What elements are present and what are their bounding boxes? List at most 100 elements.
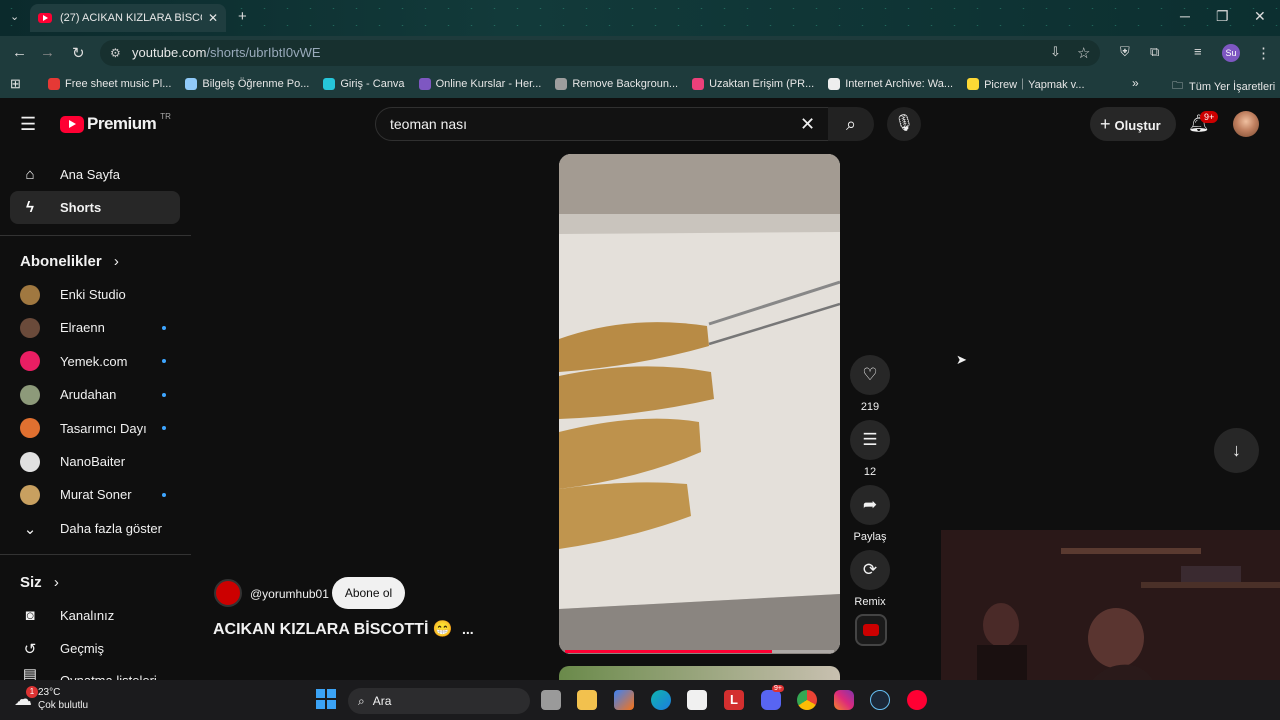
task-view-icon[interactable] bbox=[541, 690, 561, 710]
you-header-label: Siz bbox=[20, 574, 42, 591]
expand-description[interactable]: ... bbox=[462, 621, 474, 637]
weather-widget[interactable]: ☁ 1 23°C Çok bulutlu bbox=[14, 685, 88, 712]
maximize-icon[interactable]: ❐ bbox=[1216, 8, 1229, 25]
next-short-button[interactable]: ↓ bbox=[1214, 428, 1259, 473]
microphone-icon: 🎙 bbox=[893, 115, 915, 132]
sidebar-item-your-channel[interactable]: ◙ Kanalınız bbox=[10, 599, 180, 632]
sidebar-subscription-item[interactable]: Elraenn bbox=[10, 311, 180, 344]
notifications-button[interactable]: 🔔︎ 9+ bbox=[1188, 111, 1219, 134]
copilot-icon[interactable] bbox=[614, 690, 634, 710]
chrome-icon[interactable] bbox=[797, 690, 817, 710]
new-tab-icon[interactable]: + bbox=[238, 8, 247, 25]
sidebar-item-home[interactable]: ⌂ Ana Sayfa bbox=[10, 158, 180, 191]
media-control-icon[interactable]: ≡ bbox=[1194, 44, 1202, 59]
show-more-button[interactable]: ⌄ Daha fazla göster bbox=[10, 512, 180, 545]
sidebar-item-shorts[interactable]: ϟ Shorts bbox=[10, 191, 180, 224]
bookmark-item[interactable]: Picrew｜Yapmak v... bbox=[967, 76, 1085, 92]
tab-list-chevron-icon[interactable]: ⌄ bbox=[10, 10, 19, 23]
bookmark-item[interactable]: Free sheet music Pl... bbox=[48, 76, 171, 92]
browser-menu-icon[interactable]: ⋮ bbox=[1256, 44, 1271, 62]
address-bar[interactable]: ⚙ youtube.com/shorts/ubrIbtI0vWE bbox=[100, 40, 1100, 66]
bookmarks-bar: ⊞ Free sheet music Pl... Bilgelş Öğrenme … bbox=[0, 70, 1280, 98]
sidebar-subscription-item[interactable]: Yemek.com bbox=[10, 345, 180, 378]
back-icon[interactable]: ← bbox=[12, 44, 27, 61]
bookmark-label: Free sheet music Pl... bbox=[65, 78, 172, 90]
clear-search-icon[interactable]: ✕ bbox=[800, 108, 815, 140]
apps-grid-icon[interactable]: ⊞ bbox=[10, 76, 21, 92]
account-avatar[interactable] bbox=[1233, 111, 1259, 137]
bookmark-item[interactable]: Bilgelş Öğrenme Po... bbox=[185, 76, 309, 92]
bookmark-star-icon[interactable]: ☆ bbox=[1077, 44, 1090, 62]
close-tab-icon[interactable]: ✕ bbox=[208, 11, 218, 25]
subscriptions-header[interactable]: Abonelikler › bbox=[20, 253, 119, 270]
url-path: /shorts/ubrIbtI0vWE bbox=[206, 45, 321, 60]
voice-search-button[interactable]: 🎙 bbox=[887, 107, 921, 141]
discord-icon[interactable]: 9+ bbox=[761, 685, 784, 710]
youtube-app-icon[interactable] bbox=[907, 690, 927, 710]
file-explorer-icon[interactable] bbox=[577, 690, 597, 710]
bookmark-item[interactable]: Uzaktan Erişim (PR... bbox=[692, 76, 814, 92]
sidebar-subscription-item[interactable]: NanoBaiter bbox=[10, 445, 180, 478]
sidebar-subscription-item[interactable]: Arudahan bbox=[10, 378, 180, 411]
reload-icon[interactable]: ↻ bbox=[72, 44, 85, 62]
comment-action[interactable]: ☰ 12 bbox=[850, 420, 890, 478]
bookmark-label: Picrew｜Yapmak v... bbox=[984, 79, 1085, 91]
url-host: youtube.com bbox=[132, 45, 207, 60]
channel-avatar[interactable] bbox=[214, 579, 242, 607]
sidebar-subscription-item[interactable]: Tasarımcı Dayı bbox=[10, 412, 180, 445]
search-icon: ⌕ bbox=[845, 114, 857, 134]
bookmark-item[interactable]: Remove Backgroun... bbox=[555, 76, 678, 92]
install-app-icon[interactable]: ⇩ bbox=[1050, 44, 1061, 60]
channel-avatar bbox=[20, 384, 40, 405]
sidebar-subscription-item[interactable]: Enki Studio bbox=[10, 278, 180, 311]
hamburger-menu-icon[interactable]: ☰ bbox=[20, 114, 36, 135]
sidebar-item-label: Oynatma listeleri bbox=[60, 665, 157, 680]
bookmark-item[interactable]: Online Kurslar - Her... bbox=[418, 76, 541, 92]
bookmark-label: Giriş - Canva bbox=[340, 78, 405, 90]
more-bookmarks-chevron-icon[interactable]: » bbox=[1132, 76, 1139, 90]
comment-icon[interactable]: ☰ bbox=[850, 420, 890, 460]
remix-icon[interactable]: ⟳ bbox=[850, 550, 890, 590]
share-icon[interactable]: ➦ bbox=[850, 485, 890, 525]
playlist-icon: ▤ bbox=[22, 666, 38, 680]
like-icon[interactable]: ♡ bbox=[850, 355, 890, 395]
profile-avatar[interactable]: Su bbox=[1222, 44, 1240, 62]
site-info-icon[interactable]: ⚙ bbox=[110, 40, 121, 66]
minimize-icon[interactable]: ─ bbox=[1180, 8, 1190, 24]
subscribe-button[interactable]: Abone ol bbox=[332, 577, 405, 609]
taskbar-search[interactable]: ⌕ Ara bbox=[348, 688, 530, 714]
app-l-icon[interactable]: L bbox=[724, 690, 744, 710]
steam-icon[interactable] bbox=[870, 690, 890, 710]
video-progress-track[interactable] bbox=[565, 650, 834, 653]
create-button[interactable]: + Oluştur bbox=[1090, 107, 1176, 141]
search-button[interactable]: ⌕ bbox=[828, 107, 874, 141]
you-header[interactable]: Siz › bbox=[20, 574, 59, 591]
plus-icon: + bbox=[1100, 114, 1111, 134]
sidebar-subscription-item[interactable]: Murat Soner bbox=[10, 478, 180, 511]
next-short-preview[interactable] bbox=[559, 666, 840, 680]
remix-action[interactable]: ⟳ Remix bbox=[850, 550, 890, 608]
browser-tab-active[interactable]: (27) ACIKAN KIZLARA BİSCOTTİ ✕ bbox=[30, 4, 226, 32]
logo-region: TR bbox=[160, 111, 171, 121]
youtube-premium-logo[interactable]: Premium TR bbox=[60, 111, 171, 134]
shield-extension-icon[interactable]: ⛨ bbox=[1120, 44, 1130, 60]
like-action[interactable]: ♡ 219 bbox=[850, 355, 890, 413]
channel-handle[interactable]: @yorumhub01 bbox=[250, 587, 329, 601]
search-input[interactable]: teoman nası ✕ bbox=[375, 107, 829, 141]
edge-icon[interactable] bbox=[651, 690, 671, 710]
sidebar-item-history[interactable]: ↺ Geçmiş bbox=[10, 632, 180, 665]
all-bookmarks-folder[interactable]: 🗀 Tüm Yer İşaretleri bbox=[1172, 77, 1275, 96]
bookmark-item[interactable]: Giriş - Canva bbox=[323, 76, 405, 92]
start-button[interactable] bbox=[316, 689, 336, 709]
bookmark-item[interactable]: Internet Archive: Wa... bbox=[828, 76, 953, 92]
forward-icon[interactable]: → bbox=[40, 44, 55, 61]
sidebar-item-playlists[interactable]: ▤ Oynatma listeleri bbox=[10, 665, 180, 680]
sidebar-item-label: Ana Sayfa bbox=[60, 167, 120, 182]
microsoft-store-icon[interactable] bbox=[687, 690, 707, 710]
share-action[interactable]: ➦ Paylaş bbox=[850, 485, 890, 543]
extensions-icon[interactable]: ⧉ bbox=[1150, 44, 1159, 60]
sound-avatar[interactable] bbox=[855, 614, 887, 646]
short-video-player[interactable] bbox=[559, 154, 840, 654]
close-window-icon[interactable]: ✕ bbox=[1254, 8, 1266, 25]
instagram-icon[interactable] bbox=[834, 690, 854, 710]
